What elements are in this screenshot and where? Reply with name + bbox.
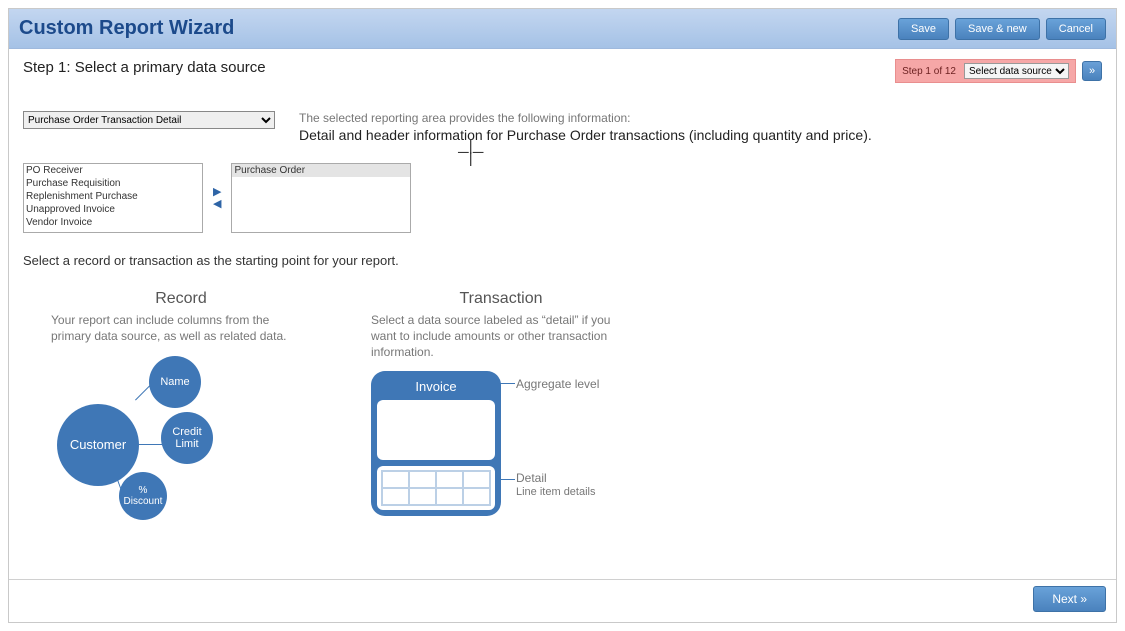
transaction-heading: Transaction	[371, 290, 631, 308]
detail-area	[377, 466, 495, 510]
list-item[interactable]: Unapproved Invoice	[24, 203, 202, 216]
bubble-customer: Customer	[57, 404, 139, 486]
step-badge: Step 1 of 12 Select data source	[895, 59, 1076, 83]
step-indicator-group: Step 1 of 12 Select data source »	[895, 59, 1102, 83]
detail-grid-icon	[381, 470, 491, 506]
list-item[interactable]: Purchase Order	[232, 164, 410, 177]
save-new-button[interactable]: Save & new	[955, 18, 1040, 40]
list-item[interactable]: Purchase Requisition	[24, 177, 202, 190]
save-button[interactable]: Save	[898, 18, 949, 40]
header-buttons: Save Save & new Cancel	[898, 18, 1106, 40]
leader-line	[499, 383, 515, 384]
list-item[interactable]: Vendor Invoice	[24, 216, 202, 229]
expand-steps-button[interactable]: »	[1082, 61, 1102, 81]
text-cursor-icon: |─ ─|	[458, 144, 483, 162]
intro-description: Detail and header information for Purcha…	[299, 127, 872, 143]
aggregate-label: Aggregate level	[516, 377, 599, 391]
intro-label: The selected reporting area provides the…	[299, 111, 872, 125]
page-title: Custom Report Wizard	[19, 17, 234, 40]
record-desc: Your report can include columns from the…	[51, 312, 311, 344]
step-row: Step 1: Select a primary data source Ste…	[23, 59, 1102, 83]
available-listbox[interactable]: PO ReceiverPurchase RequisitionReplenish…	[23, 163, 203, 233]
intro-block: The selected reporting area provides the…	[299, 111, 872, 143]
bubble-discount: % Discount	[119, 472, 167, 520]
selected-listbox[interactable]: Purchase Order	[231, 163, 411, 233]
connector-line	[136, 444, 164, 445]
step-badge-text: Step 1 of 12	[902, 66, 956, 77]
list-item[interactable]: PO Receiver	[24, 164, 202, 177]
transaction-column: Transaction Select a data source labeled…	[371, 290, 631, 524]
aggregate-area	[377, 400, 495, 460]
hint-text: Select a record or transaction as the st…	[23, 253, 1102, 268]
move-right-icon[interactable]: ▶	[213, 186, 221, 198]
step-badge-select[interactable]: Select data source	[964, 63, 1069, 79]
list-item[interactable]: Replenishment Purchase	[24, 190, 202, 203]
record-bubbles-diagram: Customer Name Credit Limit % Discount	[51, 354, 311, 524]
detail-label: Detail	[516, 471, 547, 485]
bubble-name: Name	[149, 356, 201, 408]
primary-source-select[interactable]: Purchase Order Transaction Detail	[23, 111, 275, 129]
cancel-button[interactable]: Cancel	[1046, 18, 1106, 40]
source-row: Purchase Order Transaction Detail The se…	[23, 111, 1102, 143]
transaction-desc: Select a data source labeled as “detail”…	[371, 312, 631, 361]
record-column: Record Your report can include columns f…	[51, 290, 311, 524]
detail-sublabel: Line item details	[516, 486, 596, 498]
wizard-body: Step 1: Select a primary data source Ste…	[9, 49, 1116, 569]
dual-listbox: PO ReceiverPurchase RequisitionReplenish…	[23, 163, 1102, 233]
footer-bar: Next »	[9, 579, 1116, 622]
transaction-diagram: Invoice Aggregate level Detail Lin	[371, 371, 631, 516]
bubble-credit-limit: Credit Limit	[161, 412, 213, 464]
wizard-frame: Custom Report Wizard Save Save & new Can…	[8, 8, 1117, 623]
move-left-icon[interactable]: ◀	[213, 198, 221, 210]
mover-buttons: ▶ ◀	[213, 186, 221, 210]
next-button[interactable]: Next »	[1033, 586, 1106, 612]
diagram-row: Record Your report can include columns f…	[23, 290, 1102, 524]
invoice-card: Invoice	[371, 371, 501, 516]
leader-line	[499, 479, 515, 480]
invoice-card-title: Invoice	[377, 377, 495, 400]
header-bar: Custom Report Wizard Save Save & new Can…	[9, 9, 1116, 49]
chevron-right-icon: »	[1089, 65, 1095, 77]
step-title: Step 1: Select a primary data source	[23, 59, 266, 76]
record-heading: Record	[51, 290, 311, 308]
